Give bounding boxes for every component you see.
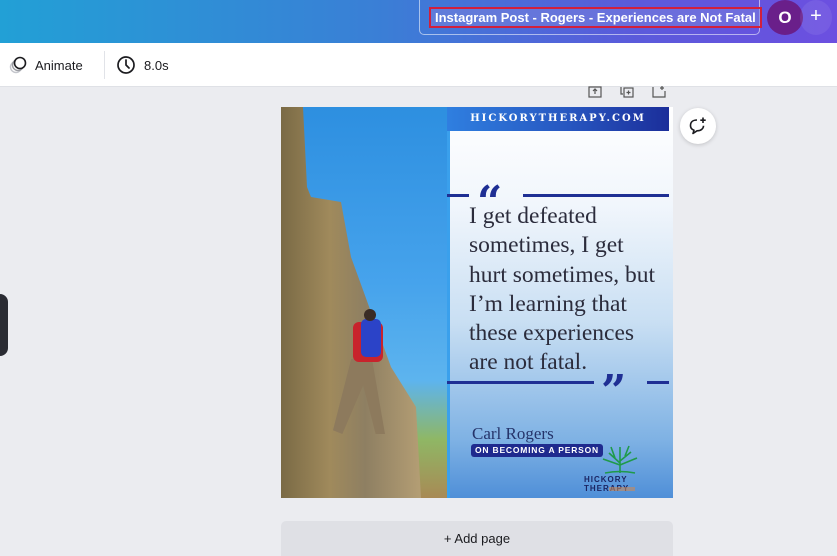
quote-line: sometimes, I get bbox=[469, 232, 624, 259]
document-title[interactable]: Instagram Post - Rogers - Experiences ar… bbox=[429, 7, 762, 28]
climber-photo bbox=[281, 107, 447, 498]
duration-button[interactable]: 8.0s bbox=[116, 43, 169, 87]
top-rule-left bbox=[447, 194, 469, 197]
add-collaborator-button[interactable]: + bbox=[800, 0, 832, 35]
editor-toolbar: Animate 8.0s bbox=[0, 43, 837, 87]
document-title-field[interactable]: Instagram Post - Rogers - Experiences ar… bbox=[419, 0, 762, 35]
top-rule-right bbox=[523, 194, 669, 197]
clock-icon bbox=[117, 56, 135, 74]
quote-line: are not fatal. bbox=[469, 349, 588, 376]
quote-line: I get defeated bbox=[469, 203, 597, 229]
animate-icon bbox=[9, 56, 27, 74]
climber-backpack bbox=[361, 319, 381, 357]
book-title-badge: ON BECOMING A PERSON bbox=[471, 444, 603, 457]
bottom-rule-left bbox=[447, 381, 594, 384]
animate-button[interactable]: Animate bbox=[9, 43, 83, 87]
rock-face bbox=[281, 107, 421, 498]
add-page-button[interactable]: + Add page bbox=[281, 521, 673, 556]
add-page-icon[interactable] bbox=[652, 86, 666, 98]
quote-author: Carl Rogers bbox=[472, 424, 554, 443]
page-tools bbox=[588, 86, 666, 100]
duration-label: 8.0s bbox=[144, 57, 169, 73]
add-comment-button[interactable] bbox=[680, 108, 716, 144]
tree-logo-icon bbox=[602, 445, 638, 474]
quote-line: I’m learning that bbox=[469, 290, 627, 317]
toolbar-divider bbox=[104, 51, 105, 79]
animate-label: Animate bbox=[35, 57, 83, 73]
close-quote-mark: ” bbox=[601, 366, 627, 417]
quote-panel: HICKORYTHERAPY.COM “ I get defeated some… bbox=[447, 107, 673, 498]
quote-line: hurt sometimes, but bbox=[469, 261, 656, 288]
top-header-bar: Instagram Post - Rogers - Experiences ar… bbox=[0, 0, 837, 43]
logo-tagline bbox=[609, 487, 635, 491]
page-notes-icon[interactable] bbox=[588, 86, 602, 98]
panel-accent-stripe bbox=[447, 107, 450, 498]
comment-add-icon bbox=[689, 117, 706, 135]
user-avatar[interactable]: O bbox=[767, 0, 803, 35]
design-canvas[interactable]: HICKORYTHERAPY.COM “ I get defeated some… bbox=[281, 107, 673, 498]
site-banner: HICKORYTHERAPY.COM bbox=[447, 107, 669, 131]
quote-text: I get defeated sometimes, I get hurt som… bbox=[469, 202, 673, 378]
side-panel-toggle[interactable] bbox=[0, 294, 8, 356]
duplicate-page-icon[interactable] bbox=[620, 86, 634, 98]
bottom-rule-right bbox=[647, 381, 669, 384]
quote-line: these experiences bbox=[469, 320, 635, 347]
climber-head bbox=[364, 309, 376, 321]
